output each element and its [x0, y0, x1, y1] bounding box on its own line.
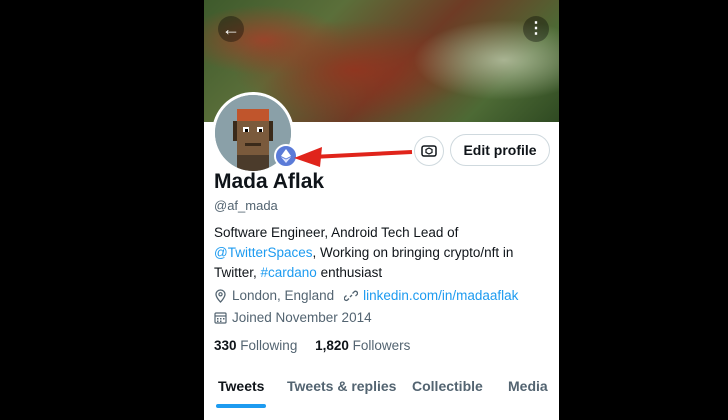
annotation-arrow-icon [294, 147, 413, 167]
